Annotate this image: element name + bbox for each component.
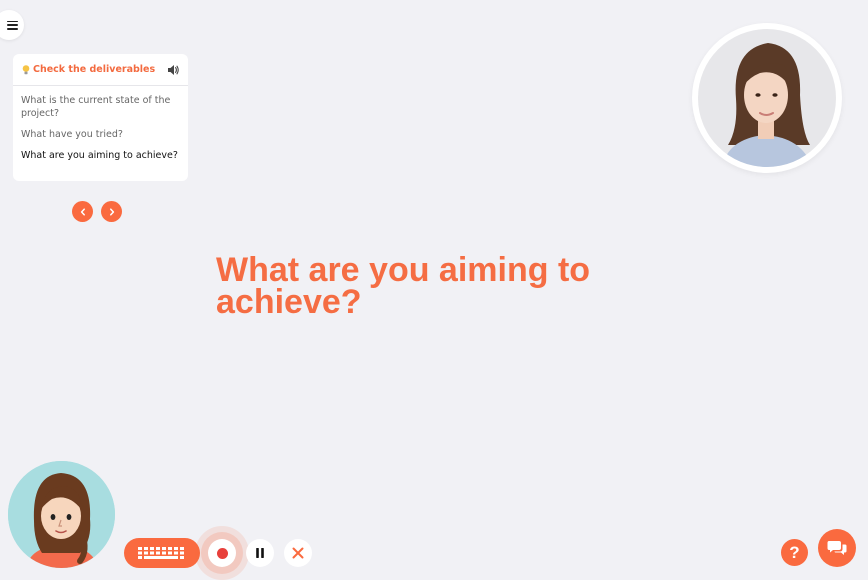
prompt-card-title: Check the deliverables — [33, 64, 156, 75]
user-video-feed — [692, 23, 842, 173]
speaker-icon[interactable] — [166, 63, 180, 77]
question-list: What is the current state of the project… — [13, 86, 188, 162]
interviewer-avatar — [8, 461, 115, 568]
menu-button[interactable] — [0, 10, 24, 40]
question-navigation — [72, 201, 122, 222]
end-session-button[interactable] — [284, 539, 312, 567]
recording-controls — [124, 526, 324, 580]
previous-question-button[interactable] — [72, 201, 93, 222]
chat-button[interactable] — [818, 529, 856, 567]
pause-icon — [256, 548, 264, 558]
user-portrait-image — [698, 29, 836, 167]
record-button[interactable] — [208, 539, 236, 567]
prompt-card: Check the deliverables What is the curre… — [13, 54, 188, 181]
pause-button[interactable] — [246, 539, 274, 567]
prompt-card-header: Check the deliverables — [13, 54, 188, 86]
help-label: ? — [789, 542, 800, 562]
question-item[interactable]: What have you tried? — [21, 128, 180, 141]
cartoon-avatar-image — [8, 461, 115, 568]
question-item-active[interactable]: What are you aiming to achieve? — [21, 149, 180, 162]
help-button[interactable]: ? — [781, 539, 808, 566]
keyboard-button[interactable] — [124, 538, 200, 568]
record-icon — [216, 547, 228, 559]
chevron-left-icon — [80, 207, 85, 216]
lightbulb-icon — [22, 64, 30, 74]
chat-bubbles-icon — [827, 541, 847, 555]
keyboard-icon — [138, 547, 184, 559]
current-question: What are you aiming to achieve? — [216, 251, 591, 321]
hamburger-menu-icon — [6, 20, 18, 30]
close-icon — [292, 547, 304, 559]
question-item[interactable]: What is the current state of the project… — [21, 94, 180, 120]
next-question-button[interactable] — [101, 201, 122, 222]
chevron-right-icon — [109, 207, 114, 216]
